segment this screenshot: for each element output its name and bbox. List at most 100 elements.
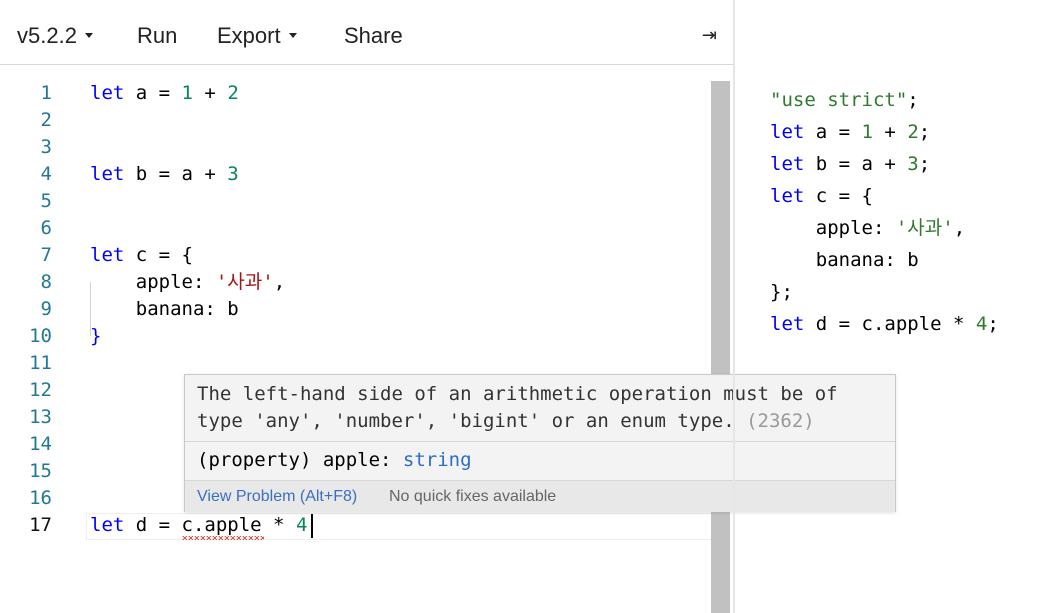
line-content: let c = { (90, 242, 193, 269)
line-number: 9 (40, 298, 52, 320)
code-text: , (953, 217, 966, 239)
output-line: banana: b (770, 249, 919, 271)
keyword: let (90, 244, 125, 266)
error-message: The left-hand side of an arithmetic oper… (197, 381, 877, 435)
js-output-panel: "use strict"; let a = 1 + 2; let b = a +… (770, 84, 1050, 340)
code-line: 5 (0, 188, 710, 215)
output-line: let a = 1 + 2; (770, 116, 1050, 148)
editor-pane: v5.2.2 Run Export Share ⇥ 1 let a = 1 + … (0, 0, 896, 613)
code-text: b = a + (804, 153, 908, 175)
code-line: 4 let b = a + 3 (0, 161, 710, 188)
collapse-sidebar-icon[interactable]: ⇥ (702, 25, 717, 46)
number-literal: 4 (975, 313, 988, 335)
code-text: a = (124, 82, 182, 104)
code-text: d = c.apple * (804, 313, 976, 335)
code-line: 2 (0, 107, 710, 134)
number-literal: 1 (861, 121, 873, 143)
code-line: 6 (0, 215, 710, 242)
code-line: 11 (0, 350, 710, 377)
no-quick-fixes-label: No quick fixes available (389, 488, 557, 505)
share-button[interactable]: Share (344, 23, 403, 49)
output-line: let b = a + 3; (770, 148, 1050, 180)
line-number: 17 (29, 514, 52, 536)
export-dropdown[interactable]: Export (217, 23, 297, 49)
code-text: apple: (90, 271, 216, 293)
output-line: let c = { (770, 180, 1050, 212)
keyword: let (770, 185, 805, 207)
line-number: 2 (40, 109, 52, 131)
code-text: a = (804, 121, 862, 143)
version-label: v5.2.2 (17, 23, 77, 48)
keyword: let (90, 163, 125, 185)
code-line: 10 } (0, 323, 710, 350)
code-text: ; (918, 153, 931, 175)
keyword: let (770, 153, 805, 175)
code-text: * (261, 514, 296, 536)
code-text: apple: (770, 217, 896, 239)
number-literal: 2 (907, 121, 919, 143)
string-literal: "use strict" (770, 89, 908, 111)
line-number: 15 (29, 460, 52, 482)
output-line: }; (770, 281, 793, 303)
number-literal: 4 (295, 514, 308, 536)
line-content: } (90, 325, 102, 347)
error-hover-widget: The left-hand side of an arithmetic oper… (184, 374, 896, 512)
number-literal: 2 (227, 82, 239, 104)
type-prefix: (property) apple: (197, 449, 403, 471)
code-line: 17 let d = c.apple * 4 (0, 512, 710, 539)
line-number: 1 (40, 82, 52, 104)
toolbar: v5.2.2 Run Export Share ⇥ (0, 3, 733, 65)
keyword: let (770, 121, 805, 143)
number-literal: 1 (181, 82, 193, 104)
chevron-down-icon (288, 32, 297, 38)
line-number: 5 (40, 190, 52, 212)
line-number: 14 (29, 433, 52, 455)
line-content: apple: '사과', (90, 269, 285, 296)
view-problem-link[interactable]: View Problem (Alt+F8) (197, 488, 357, 506)
code-text: ; (907, 89, 919, 111)
error-squiggle (182, 536, 264, 540)
run-button[interactable]: Run (137, 23, 177, 49)
code-line: 1 let a = 1 + 2 (0, 80, 710, 107)
error-expression[interactable]: c.apple (182, 514, 262, 536)
line-number: 3 (40, 136, 52, 158)
code-line: 8 apple: '사과', (0, 269, 710, 296)
line-number: 6 (40, 217, 52, 239)
version-dropdown[interactable]: v5.2.2 (17, 23, 93, 49)
line-number: 8 (40, 271, 52, 293)
line-content: let d = c.apple * 4 (90, 512, 307, 539)
code-text: b = a + (124, 163, 228, 185)
text-cursor (311, 514, 313, 538)
type-name: string (402, 449, 472, 471)
line-number: 16 (29, 487, 52, 509)
code-text: c = { (124, 244, 193, 266)
line-number: 13 (29, 406, 52, 428)
code-text: , (273, 271, 286, 293)
line-content: banana: b (90, 298, 239, 320)
divider (185, 441, 895, 442)
code-line: 9 banana: b (0, 296, 710, 323)
keyword: let (90, 514, 125, 536)
code-text: ; (918, 121, 931, 143)
line-number: 10 (29, 325, 52, 347)
number-literal: 3 (907, 153, 919, 175)
type-info: (property) apple: string (197, 447, 472, 474)
code-editor[interactable]: 1 let a = 1 + 2 2 3 4 let b = a + 3 5 6 … (0, 66, 733, 613)
line-content: let a = 1 + 2 (90, 80, 239, 107)
string-literal: '사과' (895, 217, 954, 239)
code-text: c = { (804, 185, 873, 207)
code-line: 3 (0, 134, 710, 161)
string-literal: '사과' (215, 271, 274, 293)
code-text: ; (987, 313, 999, 335)
code-line: 7 let c = { (0, 242, 710, 269)
line-content: let b = a + 3 (90, 161, 239, 188)
pane-divider[interactable] (733, 0, 735, 613)
code-text: + (192, 82, 228, 104)
hover-actions-bar: View Problem (Alt+F8) No quick fixes ava… (185, 480, 895, 512)
vertical-scrollbar[interactable] (711, 81, 730, 613)
code-text: + (872, 121, 908, 143)
number-literal: 3 (227, 163, 239, 185)
error-code: (2362) (746, 410, 815, 432)
keyword: let (770, 313, 805, 335)
line-number: 4 (40, 163, 52, 185)
